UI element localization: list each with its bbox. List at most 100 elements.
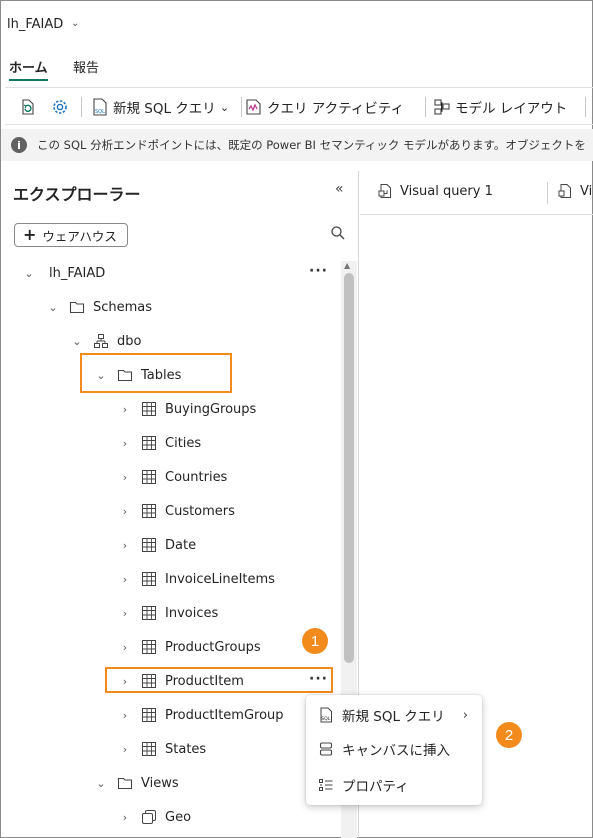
- table-icon: [142, 572, 156, 586]
- chevron-down-icon[interactable]: ⌄: [23, 267, 35, 280]
- collapse-icon[interactable]: «: [335, 181, 344, 197]
- tree-item-table[interactable]: › Customers: [119, 496, 235, 526]
- info-bar: i この SQL 分析エンドポイントには、既定の Power BI セマンティッ…: [1, 129, 593, 161]
- add-warehouse-button[interactable]: + ウェアハウス: [14, 223, 128, 247]
- chevron-right-icon[interactable]: ›: [119, 437, 131, 450]
- menu-item-label: 新規 SQL クエリ: [342, 709, 445, 725]
- chevron-right-icon[interactable]: ›: [119, 607, 131, 620]
- chevron-down-icon[interactable]: ⌄: [95, 777, 107, 790]
- tree-item-lakehouse[interactable]: ⌄ lh_FAIAD: [23, 258, 105, 288]
- tab-visual-query-2[interactable]: Vi: [558, 183, 592, 199]
- tab-report[interactable]: 報告: [73, 57, 99, 76]
- table-icon: [142, 470, 156, 484]
- query-activity-button[interactable]: クエリ アクティビティ: [245, 96, 404, 118]
- chevron-down-icon[interactable]: ⌄: [71, 18, 79, 29]
- query-tabs: Visual query 1 Vi: [360, 171, 593, 215]
- info-message: この SQL 分析エンドポイントには、既定の Power BI セマンティック …: [37, 138, 586, 152]
- tree-item-schemas[interactable]: ⌄ Schemas: [47, 292, 152, 322]
- tree-item-table[interactable]: › Invoices: [119, 598, 218, 628]
- more-options-icon[interactable]: ···: [309, 263, 328, 279]
- tab-divider: [547, 182, 548, 204]
- tree-item-label: InvoiceLineItems: [165, 571, 275, 587]
- tree-item-label: States: [165, 741, 207, 757]
- model-layout-icon: [434, 99, 450, 115]
- tree-item-table[interactable]: › InvoiceLineItems: [119, 564, 275, 594]
- menu-item-new-sql-query[interactable]: SQL 新規 SQL クエリ ›: [306, 698, 482, 732]
- title-bar: lh_FAIAD ⌄: [1, 1, 593, 47]
- svg-text:SQL: SQL: [95, 109, 105, 115]
- sql-file-icon: SQL: [320, 707, 332, 723]
- tree-item-table[interactable]: › Date: [119, 530, 196, 560]
- new-sql-query-label: 新規 SQL クエリ: [113, 101, 216, 117]
- menu-item-label: キャンバスに挿入: [342, 743, 450, 759]
- chevron-right-icon[interactable]: ›: [119, 539, 131, 552]
- toolbar: SQL 新規 SQL クエリ ⌄ クエリ アクティビティ モデル レイアウト: [5, 87, 593, 125]
- explorer-title: エクスプローラー: [13, 185, 141, 204]
- visual-query-icon: [378, 184, 391, 198]
- sql-file-icon: SQL: [93, 98, 107, 116]
- table-icon: [142, 708, 156, 722]
- tree-item-table[interactable]: › ProductItemGroup: [119, 700, 284, 730]
- menu-item-insert-canvas[interactable]: キャンバスに挿入: [306, 732, 482, 766]
- toolbar-divider: [241, 97, 242, 117]
- chevron-down-icon: ⌄: [219, 100, 230, 114]
- tree-item-label: Date: [165, 537, 197, 553]
- chevron-right-icon[interactable]: ›: [119, 811, 131, 824]
- menu-item-properties[interactable]: プロパティ: [306, 768, 482, 802]
- tree-item-table[interactable]: › Countries: [119, 462, 228, 492]
- chevron-right-icon[interactable]: ›: [119, 471, 131, 484]
- folder-icon: [69, 301, 85, 314]
- callout-badge-2: 2: [496, 722, 522, 748]
- properties-icon: [319, 779, 333, 791]
- chevron-right-icon[interactable]: ›: [119, 505, 131, 518]
- table-icon: [142, 436, 156, 450]
- tab-label: Vi: [580, 183, 593, 199]
- ribbon-tabs: ホーム 報告: [1, 53, 593, 81]
- workspace-name[interactable]: lh_FAIAD: [7, 17, 63, 32]
- chevron-right-icon: ›: [462, 707, 468, 723]
- svg-text:SQL: SQL: [321, 716, 331, 722]
- table-icon: [142, 640, 156, 654]
- folder-icon: [117, 777, 133, 790]
- toolbar-divider: [81, 97, 82, 117]
- tree-item-label: Views: [141, 775, 179, 791]
- settings-button[interactable]: [51, 96, 69, 118]
- tab-home[interactable]: ホーム: [9, 57, 48, 81]
- refresh-button[interactable]: [19, 96, 37, 118]
- insert-canvas-icon: [319, 742, 333, 756]
- tab-visual-query-1[interactable]: Visual query 1: [378, 183, 493, 199]
- tree-item-table[interactable]: › BuyingGroups: [119, 394, 257, 424]
- search-icon[interactable]: [330, 225, 346, 241]
- chevron-right-icon[interactable]: ›: [119, 403, 131, 416]
- tree-item-view-geo[interactable]: › Geo: [119, 802, 191, 832]
- chevron-right-icon[interactable]: ›: [119, 709, 131, 722]
- tree-item-views[interactable]: ⌄ Views: [95, 768, 179, 798]
- tree-item-label: Geo: [165, 809, 192, 825]
- chevron-right-icon[interactable]: ›: [119, 641, 131, 654]
- query-activity-icon: [246, 99, 261, 115]
- chevron-right-icon[interactable]: ›: [119, 573, 131, 586]
- tree-item-table[interactable]: › States: [119, 734, 206, 764]
- scroll-up-icon[interactable]: ▲: [344, 261, 350, 270]
- visual-query-icon: [558, 184, 571, 198]
- scrollbar-thumb[interactable]: [344, 273, 354, 663]
- tree-item-table[interactable]: › ProductGroups: [119, 632, 261, 662]
- model-layout-label: モデル レイアウト: [455, 101, 568, 117]
- chevron-right-icon[interactable]: ›: [119, 743, 131, 756]
- toolbar-divider: [425, 97, 426, 117]
- tree-item-label: ProductGroups: [165, 639, 261, 655]
- table-icon: [142, 538, 156, 552]
- tree-item-dbo[interactable]: ⌄ dbo: [71, 326, 141, 356]
- productitem-highlight-box: [105, 667, 333, 693]
- chevron-down-icon[interactable]: ⌄: [71, 335, 83, 348]
- new-sql-query-button[interactable]: SQL 新規 SQL クエリ ⌄: [91, 96, 229, 118]
- chevron-down-icon[interactable]: ⌄: [47, 301, 59, 314]
- callout-badge-1: 1: [302, 628, 328, 654]
- tree-item-table[interactable]: › Cities: [119, 428, 201, 458]
- refresh-icon: [22, 99, 34, 115]
- model-layout-button[interactable]: モデル レイアウト: [433, 96, 567, 118]
- tree-item-label: BuyingGroups: [165, 401, 257, 417]
- view-icon: [142, 810, 156, 824]
- tree-item-label: ProductItemGroup: [165, 707, 284, 723]
- table-icon: [142, 742, 156, 756]
